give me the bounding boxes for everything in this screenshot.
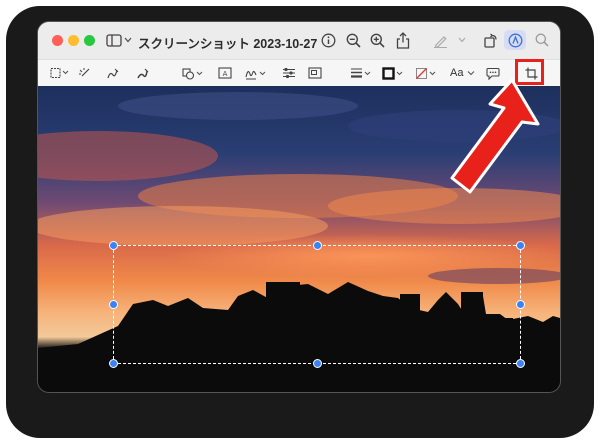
share-icon[interactable]	[395, 29, 411, 51]
fill-color-icon[interactable]	[415, 64, 437, 82]
selection-rectangle[interactable]	[109, 241, 525, 368]
draw-icon[interactable]	[136, 64, 149, 82]
sidebar-icon[interactable]	[106, 29, 122, 51]
info-icon[interactable]	[320, 29, 336, 51]
border-color-icon[interactable]	[382, 64, 404, 82]
shape-style-icon[interactable]	[350, 64, 372, 82]
resize-handle-left[interactable]	[109, 300, 118, 309]
adjust-size-icon[interactable]	[308, 64, 322, 82]
rotate-icon[interactable]	[482, 29, 498, 51]
close-window-button[interactable]	[52, 35, 63, 46]
resize-handle-bottom-right[interactable]	[516, 359, 525, 368]
search-icon[interactable]	[534, 29, 550, 51]
resize-handle-top-right[interactable]	[516, 241, 525, 250]
sketch-icon[interactable]	[106, 64, 119, 82]
annotation-arrow-icon	[450, 78, 540, 194]
instant-alpha-icon[interactable]	[78, 64, 91, 82]
resize-handle-top-left[interactable]	[109, 241, 118, 250]
resize-handle-bottom[interactable]	[313, 359, 322, 368]
svg-text:A: A	[223, 70, 228, 78]
window-title: スクリーンショット 2023-10-27 1...	[138, 37, 318, 51]
chevron-down-icon[interactable]	[124, 29, 132, 51]
minimize-window-button[interactable]	[68, 35, 79, 46]
resize-handle-top[interactable]	[313, 241, 322, 250]
rectangular-selection-icon[interactable]	[50, 64, 70, 82]
chevron-down-icon[interactable]	[458, 29, 466, 51]
resize-handle-right[interactable]	[516, 300, 525, 309]
sign-icon[interactable]	[245, 64, 267, 82]
zoom-in-icon[interactable]	[369, 29, 385, 51]
adjust-color-icon[interactable]	[282, 64, 296, 82]
highlight-pen-icon[interactable]	[432, 29, 448, 51]
zoom-out-icon[interactable]	[345, 29, 361, 51]
markup-icon[interactable]	[507, 29, 523, 51]
title-bar: スクリーンショット 2023-10-27 1...	[38, 22, 560, 59]
shapes-icon[interactable]	[182, 64, 204, 82]
zoom-window-button[interactable]	[84, 35, 95, 46]
text-box-icon[interactable]: A	[218, 64, 232, 82]
resize-handle-bottom-left[interactable]	[109, 359, 118, 368]
